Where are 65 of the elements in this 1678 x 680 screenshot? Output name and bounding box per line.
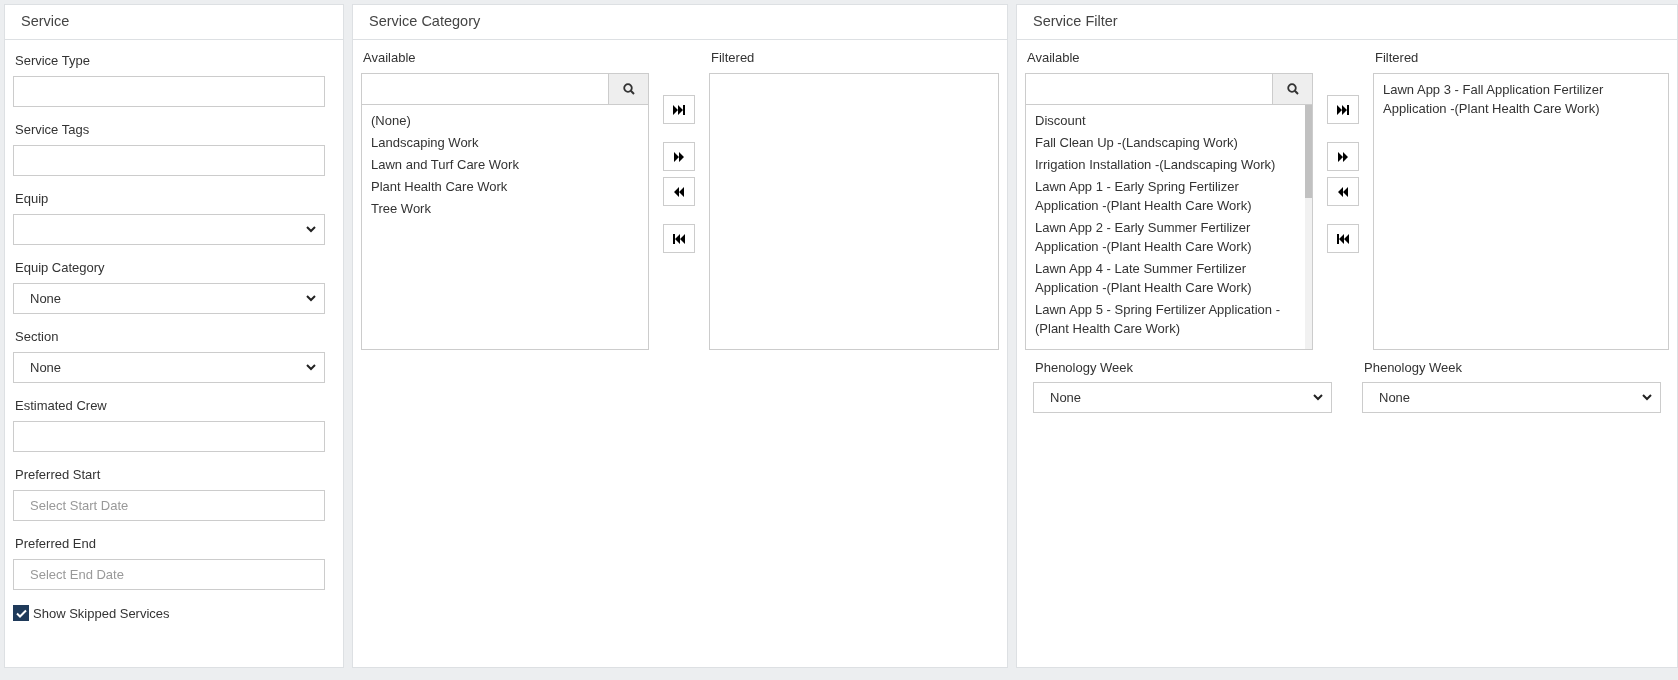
move-right-button[interactable] xyxy=(663,142,695,171)
dropdown[interactable]: None xyxy=(13,352,325,383)
panel-title: Service xyxy=(5,5,343,40)
field-label: Preferred Start xyxy=(15,467,102,483)
list-item[interactable]: Landscaping Work xyxy=(371,133,628,152)
search-icon xyxy=(622,83,635,95)
field-label: Equip xyxy=(15,191,50,207)
fast-forward-icon xyxy=(1338,151,1348,162)
scrollbar[interactable] xyxy=(1305,105,1312,349)
list-item[interactable]: Plant Health Care Work xyxy=(371,177,628,196)
list-item[interactable]: Lawn App 1 - Early Spring Fertilizer Application -(Plant Health Care Work) xyxy=(1035,177,1292,215)
list-item[interactable]: (None) xyxy=(371,111,628,130)
move-all-left-button[interactable] xyxy=(1327,224,1359,253)
field-label: Phenology Week xyxy=(1035,360,1135,376)
skip-to-start-icon xyxy=(673,233,685,244)
field-label: Phenology Week xyxy=(1364,360,1464,376)
rewind-icon xyxy=(674,186,684,197)
checkbox-label: Show Skipped Services xyxy=(33,605,170,621)
checkbox[interactable] xyxy=(13,605,29,621)
chevron-down-icon xyxy=(1313,394,1323,401)
list-item[interactable]: Tree Work xyxy=(371,199,628,218)
field-label: Filtered xyxy=(1375,50,1420,66)
list-item[interactable]: Lawn and Turf Care Work xyxy=(371,155,628,174)
input-field[interactable] xyxy=(13,145,325,176)
fast-forward-icon xyxy=(674,151,684,162)
skip-to-start-icon xyxy=(1337,233,1349,244)
chevron-down-icon xyxy=(306,295,316,302)
list-item[interactable]: Lawn App 3 - Fall Application Fertilizer Application -(Plant Health Care Work) xyxy=(1383,80,1659,118)
move-all-left-button[interactable] xyxy=(663,224,695,253)
field-label: Estimated Crew xyxy=(15,398,108,414)
panel-title: Service Category xyxy=(353,5,1007,40)
input-field[interactable] xyxy=(13,421,325,452)
panel-title: Service Filter xyxy=(1017,5,1677,40)
input-field[interactable] xyxy=(13,76,325,107)
list-item[interactable]: Lawn App 5 - Spring Fertilizer Application -(Plant Health Care Work) xyxy=(1035,300,1292,338)
field-label: Available xyxy=(1027,50,1081,66)
field-label: Service Type xyxy=(15,53,91,69)
dropdown[interactable]: None xyxy=(1033,382,1332,413)
move-all-right-button[interactable] xyxy=(1327,95,1359,124)
move-left-button[interactable] xyxy=(1327,177,1359,206)
field-label: Service Tags xyxy=(15,122,91,138)
field-label: Equip Category xyxy=(15,260,106,276)
skip-to-end-icon xyxy=(1337,104,1349,115)
field-label: Preferred End xyxy=(15,536,97,552)
move-all-right-button[interactable] xyxy=(663,95,695,124)
field-label: Available xyxy=(363,50,417,66)
list-item[interactable]: Fall Clean Up -(Landscaping Work) xyxy=(1035,133,1292,152)
list-item[interactable]: Irrigation Installation -(Landscaping Work) xyxy=(1035,155,1292,174)
chevron-down-icon xyxy=(1642,394,1652,401)
rewind-icon xyxy=(1338,186,1348,197)
search-button[interactable] xyxy=(1272,74,1312,104)
list-item[interactable]: Discount xyxy=(1035,111,1292,130)
dropdown[interactable]: None xyxy=(1362,382,1661,413)
field-label: Filtered xyxy=(711,50,756,66)
move-right-button[interactable] xyxy=(1327,142,1359,171)
list-item[interactable]: Lawn App 4 - Late Summer Fertilizer Application -(Plant Health Care Work) xyxy=(1035,259,1292,297)
skip-to-end-icon xyxy=(673,104,685,115)
search-icon xyxy=(1286,83,1299,95)
chevron-down-icon xyxy=(306,364,316,371)
search-button[interactable] xyxy=(608,74,648,104)
chevron-down-icon xyxy=(306,226,316,233)
field-label: Section xyxy=(15,329,60,345)
list-item[interactable]: Lawn App 2 - Early Summer Fertilizer Application -(Plant Health Care Work) xyxy=(1035,218,1292,256)
move-left-button[interactable] xyxy=(663,177,695,206)
dropdown[interactable]: None xyxy=(13,283,325,314)
